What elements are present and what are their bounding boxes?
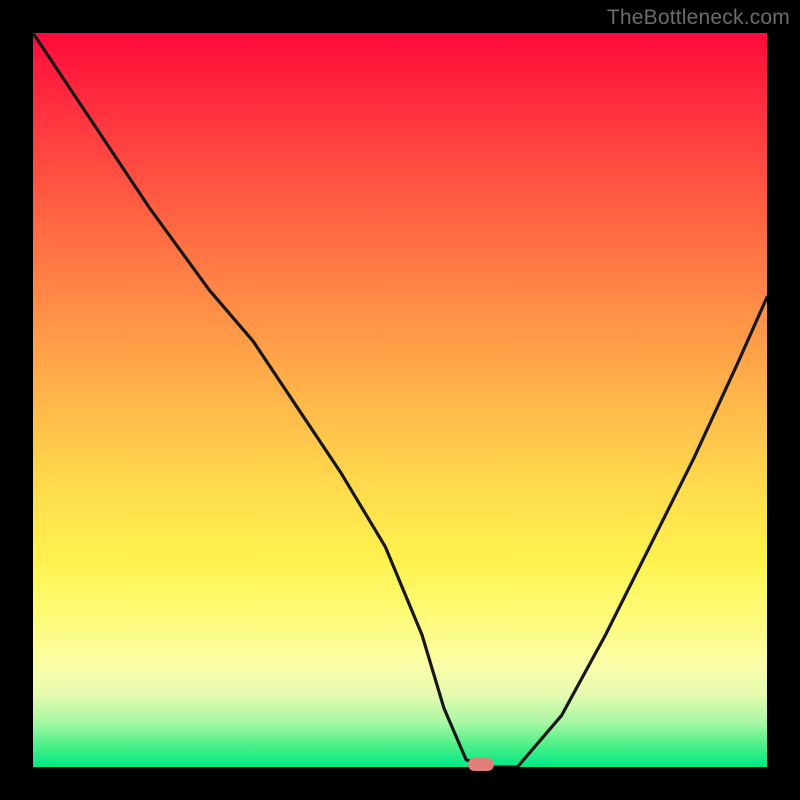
bottleneck-curve (33, 33, 767, 767)
watermark-text: TheBottleneck.com (607, 6, 790, 30)
chart-frame: TheBottleneck.com (0, 0, 800, 800)
optimal-point-marker (468, 758, 494, 771)
plot-area (33, 33, 767, 767)
